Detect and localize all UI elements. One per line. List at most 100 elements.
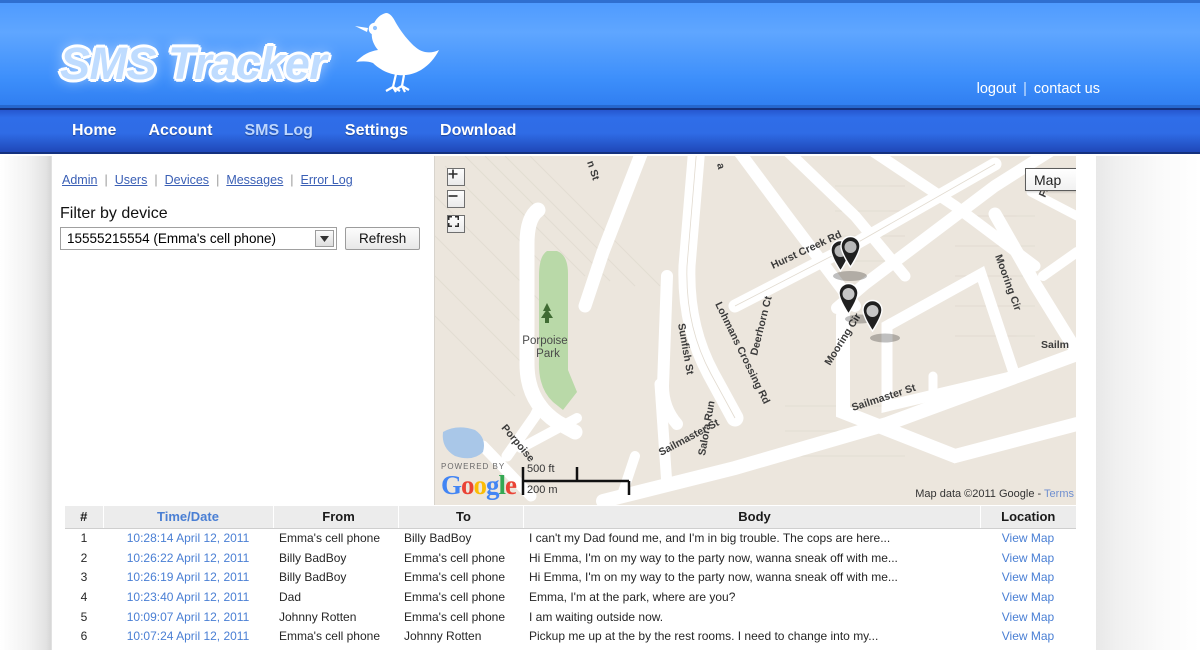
subnav-item-messages[interactable]: Messages [226, 173, 283, 187]
map-scale-bar: 500 ft 200 m [521, 463, 631, 497]
table-header-row: # Time/Date From To Body Location [65, 506, 1076, 529]
cell-body [523, 646, 980, 650]
cell-timedate: 10:09:07 April 12, 2011 [126, 609, 250, 624]
filter-by-device-label: Filter by device [60, 205, 168, 222]
subnav-item-devices[interactable]: Devices [165, 173, 209, 187]
svg-text:Park: Park [536, 348, 560, 360]
cell-from: Emma's cell phone [279, 531, 381, 546]
device-select[interactable]: 15555215554 (Emma's cell phone) [60, 227, 337, 250]
cell-body: Pickup me up at the by the rest rooms. I… [529, 629, 879, 644]
table-row[interactable]: 1 10:28:14 April 12, 2011 Emma's cell ph… [65, 528, 1076, 548]
site-header: SMS Tracker logout | contact us [0, 0, 1200, 108]
cell-from: Billy BadBoy [279, 570, 347, 585]
column-header-number[interactable]: # [65, 506, 104, 529]
main-navigation: Home Account SMS Log Settings Download [0, 108, 1200, 154]
cell-number: 1 [80, 531, 88, 546]
sms-tracker-page: SMS Tracker logout | contact us Home Accou… [0, 0, 1200, 650]
subnav-separator: | [104, 173, 108, 187]
column-header-location[interactable]: Location [980, 506, 1076, 529]
view-map-link[interactable]: View Map [1002, 610, 1054, 624]
cell-number: 6 [80, 629, 88, 644]
device-select-value: 15555215554 (Emma's cell phone) [67, 231, 276, 246]
table-row[interactable]: 2 10:26:22 April 12, 2011 Billy BadBoy E… [65, 548, 1076, 568]
cell-to: Billy BadBoy [404, 531, 472, 546]
header-utility-links: logout | contact us [977, 81, 1100, 97]
scale-meters-label: 200 m [527, 484, 558, 496]
cell-from: Billy BadBoy [279, 550, 347, 565]
subnav-item-error-log[interactable]: Error Log [301, 173, 353, 187]
nav-item-sms-log[interactable]: SMS Log [244, 122, 312, 140]
chevron-down-icon[interactable] [315, 230, 334, 247]
fullscreen-icon[interactable] [447, 215, 465, 233]
filter-controls: 15555215554 (Emma's cell phone) Refresh [60, 227, 421, 250]
cell-to: Emma's cell phone [404, 550, 506, 565]
subnav-item-users[interactable]: Users [115, 173, 148, 187]
cell-from: Emma's cell phone [279, 629, 381, 644]
view-map-link[interactable]: View Map [1002, 629, 1054, 643]
dove-icon [340, 7, 444, 98]
cell-number: 7 [65, 646, 103, 650]
column-header-to[interactable]: To [398, 506, 524, 529]
cell-body: I am waiting outside now. [529, 609, 664, 624]
cell-from: Johnny Rotten [279, 609, 357, 624]
cell-timedate: 10:26:22 April 12, 2011 [126, 550, 250, 565]
cell-number: 5 [80, 609, 88, 624]
view-map-link[interactable]: View Map [1002, 570, 1054, 584]
cell-body: Hi Emma, I'm on my way to the party now,… [529, 550, 898, 565]
google-logo: POWERED BY Google [441, 463, 517, 500]
subnav-separator: | [216, 173, 220, 187]
nav-item-account[interactable]: Account [148, 122, 212, 140]
table-row[interactable]: 6 10:07:24 April 12, 2011 Emma's cell ph… [65, 626, 1076, 646]
map-terms-link[interactable]: Terms [1044, 488, 1074, 500]
messages-table: # Time/Date From To Body Location 1 10:2… [65, 506, 1076, 650]
cell-to: Emma's cell phone [404, 609, 506, 624]
logo-text: SMS Tracker [60, 37, 327, 89]
breadcrumb: Admin | Users | Devices | Messages | Error Log [62, 173, 353, 187]
refresh-button[interactable]: Refresh [345, 227, 421, 250]
cell-timedate: 10:05:18 April 12, 2011 [103, 646, 273, 650]
subnav-separator: | [290, 173, 294, 187]
plus-icon[interactable] [447, 168, 465, 186]
map-canvas: Hurst Creek Rd Mooring Cir Mooring Cir S… [435, 156, 1076, 505]
cell-body: Emma, I'm at the park, where are you? [529, 589, 736, 604]
cell-to: Emma's cell phone [404, 570, 506, 585]
column-header-from[interactable]: From [273, 506, 399, 529]
table-row[interactable]: 4 10:23:40 April 12, 2011 Dad Emma's cel… [65, 587, 1076, 607]
cell-from: Johnny Rotten [273, 646, 398, 650]
svg-text:Sailm: Sailm [1041, 339, 1069, 351]
minus-icon[interactable] [447, 190, 465, 208]
nav-item-download[interactable]: Download [440, 122, 516, 140]
page-right-gutter [1096, 156, 1200, 650]
page-left-gutter [0, 156, 52, 650]
cell-timedate: 10:26:19 April 12, 2011 [126, 570, 250, 585]
table-row[interactable]: 7 10:05:18 April 12, 2011 Johnny Rotten … [65, 646, 1076, 650]
view-map-link[interactable]: View Map [1002, 531, 1054, 545]
header-link-separator: | [1023, 81, 1027, 97]
nav-item-home[interactable]: Home [72, 122, 116, 140]
column-header-body[interactable]: Body [523, 506, 981, 529]
contact-us-link[interactable]: contact us [1034, 81, 1100, 97]
cell-timedate: 10:23:40 April 12, 2011 [126, 589, 250, 604]
cell-body: Hi Emma, I'm on my way to the party now,… [529, 570, 898, 585]
table-row[interactable]: 3 10:26:19 April 12, 2011 Billy BadBoy E… [65, 567, 1076, 587]
subnav-separator: | [154, 173, 158, 187]
location-map[interactable]: Hurst Creek Rd Mooring Cir Mooring Cir S… [434, 156, 1076, 505]
scale-feet-label: 500 ft [527, 463, 555, 475]
view-map-link[interactable]: View Map [1002, 590, 1054, 604]
view-map-link[interactable]: View Map [1002, 551, 1054, 565]
map-type-button[interactable]: Map [1025, 168, 1076, 191]
nav-item-settings[interactable]: Settings [345, 122, 408, 140]
cell-from: Dad [279, 589, 302, 604]
logo: SMS Tracker [60, 13, 444, 98]
cell-number: 4 [80, 589, 88, 604]
svg-text:Porpoise: Porpoise [522, 335, 567, 347]
subnav-item-admin[interactable]: Admin [62, 173, 97, 187]
column-header-timedate[interactable]: Time/Date [103, 506, 274, 529]
cell-timedate: 10:07:24 April 12, 2011 [126, 629, 250, 644]
google-wordmark: Google [441, 470, 517, 500]
cell-to: Johnny Rotten [404, 629, 482, 644]
cell-body: I can't my Dad found me, and I'm in big … [529, 531, 891, 546]
logout-link[interactable]: logout [977, 81, 1017, 97]
cell-number: 2 [80, 550, 88, 565]
table-row[interactable]: 5 10:09:07 April 12, 2011 Johnny Rotten … [65, 607, 1076, 627]
